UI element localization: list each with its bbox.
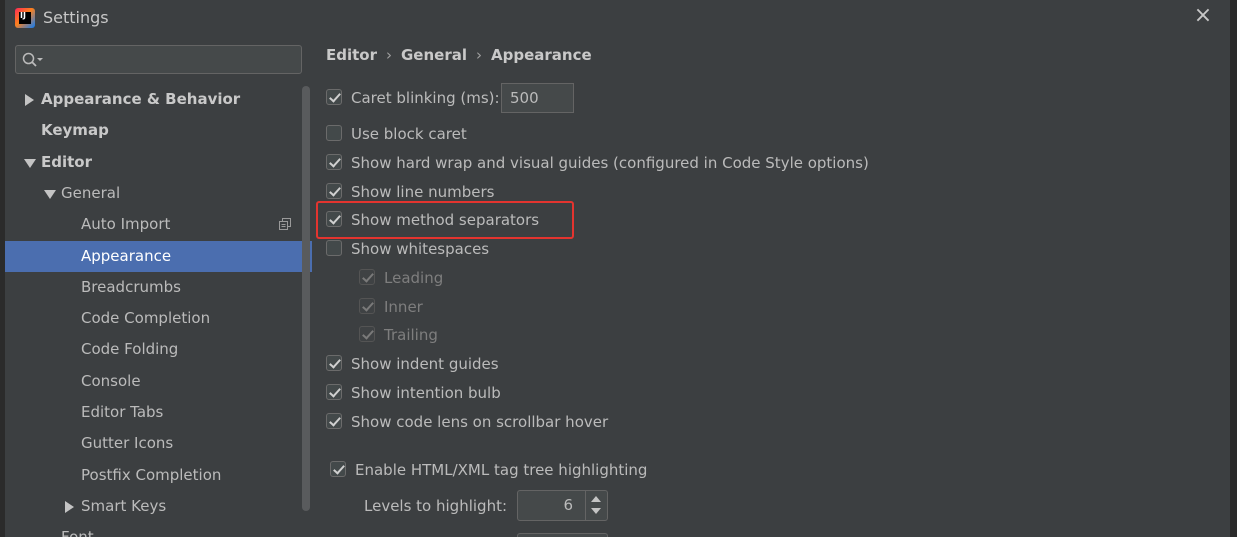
sidebar-item-label: Editor	[41, 152, 92, 171]
next-spinner[interactable]	[517, 533, 608, 537]
sidebar-item-console[interactable]: Console	[5, 366, 312, 397]
levels-spinner[interactable]: 6	[517, 490, 608, 521]
chevron-down-icon[interactable]	[44, 178, 56, 209]
search-icon	[22, 52, 43, 67]
sidebar-item-label: Appearance & Behavior	[41, 90, 241, 108]
breadcrumb: Editor › General › Appearance	[326, 46, 592, 64]
copy-settings-icon	[279, 218, 291, 231]
sidebar-item-label: Auto Import	[81, 215, 171, 234]
checkbox[interactable]	[330, 461, 346, 477]
checkbox[interactable]	[326, 89, 342, 105]
background-editor-strip-right	[1230, 0, 1237, 537]
sidebar-item-keymap[interactable]: Keymap	[5, 115, 312, 146]
breadcrumb-item-editor[interactable]: Editor	[326, 46, 377, 64]
option-label: Leading	[384, 269, 444, 287]
checkbox[interactable]	[326, 125, 342, 141]
sidebar-item-auto-import[interactable]: Auto Import	[5, 209, 312, 240]
sidebar-item-label: Code Folding	[81, 340, 179, 359]
sidebar-item-label: Smart Keys	[81, 496, 167, 515]
sidebar-item-label: Breadcrumbs	[81, 277, 181, 296]
checkbox[interactable]	[326, 384, 342, 400]
chevron-right-icon[interactable]	[24, 84, 36, 115]
checkbox	[359, 269, 375, 285]
sidebar-item-label: Appearance	[81, 246, 172, 265]
chevron-down-icon[interactable]	[24, 147, 36, 178]
option-label: Use block caret	[351, 125, 467, 143]
sidebar-item-gutter-icons[interactable]: Gutter Icons	[5, 428, 312, 459]
logo-text: IJ	[20, 11, 26, 20]
option-label: Inner	[384, 298, 423, 316]
checkbox[interactable]	[326, 183, 342, 199]
option-label: Show whitespaces	[351, 240, 490, 258]
sidebar-item-smart-keys[interactable]: Smart Keys	[5, 491, 312, 522]
spinner-down-icon[interactable]	[591, 508, 601, 514]
option-label: Show code lens on scrollbar hover	[351, 413, 609, 431]
levels-label: Levels to highlight:	[364, 497, 508, 515]
sidebar-item-general[interactable]: General	[5, 178, 312, 209]
checkbox[interactable]	[326, 355, 342, 371]
sidebar-item-appearance[interactable]: Appearance	[5, 240, 312, 272]
sidebar-item-font[interactable]: Font	[5, 522, 312, 537]
sidebar-item-label: Font	[61, 522, 94, 537]
checkbox[interactable]	[326, 240, 342, 256]
sidebar-item-label: Editor Tabs	[81, 403, 164, 421]
search-field[interactable]	[15, 45, 302, 74]
title-bar: IJ Settings ×	[5, 0, 1230, 36]
sidebar-item-postfix-completion[interactable]: Postfix Completion	[5, 460, 312, 491]
breadcrumb-separator: ›	[476, 46, 482, 64]
spinner-up-icon[interactable]	[591, 496, 601, 502]
sidebar-scrollbar[interactable]	[302, 86, 310, 511]
sidebar-item-editor[interactable]: Editor	[5, 147, 312, 178]
levels-value: 6	[563, 496, 573, 514]
sidebar-item-label: Console	[81, 371, 141, 390]
highlight-box	[316, 201, 574, 239]
sidebar-item-editor-tabs[interactable]: Editor Tabs	[5, 397, 312, 428]
checkbox[interactable]	[326, 413, 342, 429]
sidebar-item-label: Postfix Completion	[81, 465, 222, 484]
checkbox[interactable]	[326, 154, 342, 170]
sidebar-item-code-completion[interactable]: Code Completion	[5, 303, 312, 334]
sidebar-item-breadcrumbs[interactable]: Breadcrumbs	[5, 272, 312, 303]
option-label: Enable HTML/XML tag tree highlighting	[355, 461, 648, 479]
breadcrumb-item-appearance: Appearance	[491, 46, 592, 64]
option-label: Caret blinking (ms):	[351, 89, 500, 107]
caret-blinking-input[interactable]: 500	[501, 83, 574, 113]
window-title: Settings	[43, 8, 109, 27]
sidebar-item-appearance-behavior[interactable]: Appearance & Behavior	[5, 84, 312, 115]
settings-content: Editor › General › Appearance Caret blinking…	[312, 36, 1230, 537]
sidebar-item-label: General	[61, 183, 121, 202]
sidebar-item-label: Gutter Icons	[81, 434, 174, 453]
breadcrumb-item-general[interactable]: General	[401, 46, 467, 64]
checkbox	[359, 326, 375, 342]
option-label: Show line numbers	[351, 183, 495, 201]
search-input[interactable]	[50, 49, 290, 70]
sidebar-item-code-folding[interactable]: Code Folding	[5, 334, 312, 365]
checkbox	[359, 298, 375, 314]
breadcrumb-separator: ›	[386, 46, 392, 64]
option-label: Show intention bulb	[351, 384, 501, 402]
settings-sidebar: Appearance & Behavior Keymap Editor General…	[5, 36, 312, 537]
intellij-logo-icon: IJ	[15, 8, 35, 28]
option-label: Show hard wrap and visual guides (config…	[351, 154, 869, 172]
spinner-arrows	[585, 491, 607, 520]
close-icon[interactable]: ×	[1193, 5, 1213, 27]
option-label: Trailing	[384, 326, 438, 344]
chevron-right-icon[interactable]	[64, 491, 76, 522]
sidebar-item-label: Keymap	[41, 121, 109, 140]
sidebar-item-label: Code Completion	[81, 309, 211, 328]
settings-window: IJ Settings × Appearance & Behavior Keyma…	[0, 0, 1237, 537]
option-label: Show indent guides	[351, 355, 499, 373]
